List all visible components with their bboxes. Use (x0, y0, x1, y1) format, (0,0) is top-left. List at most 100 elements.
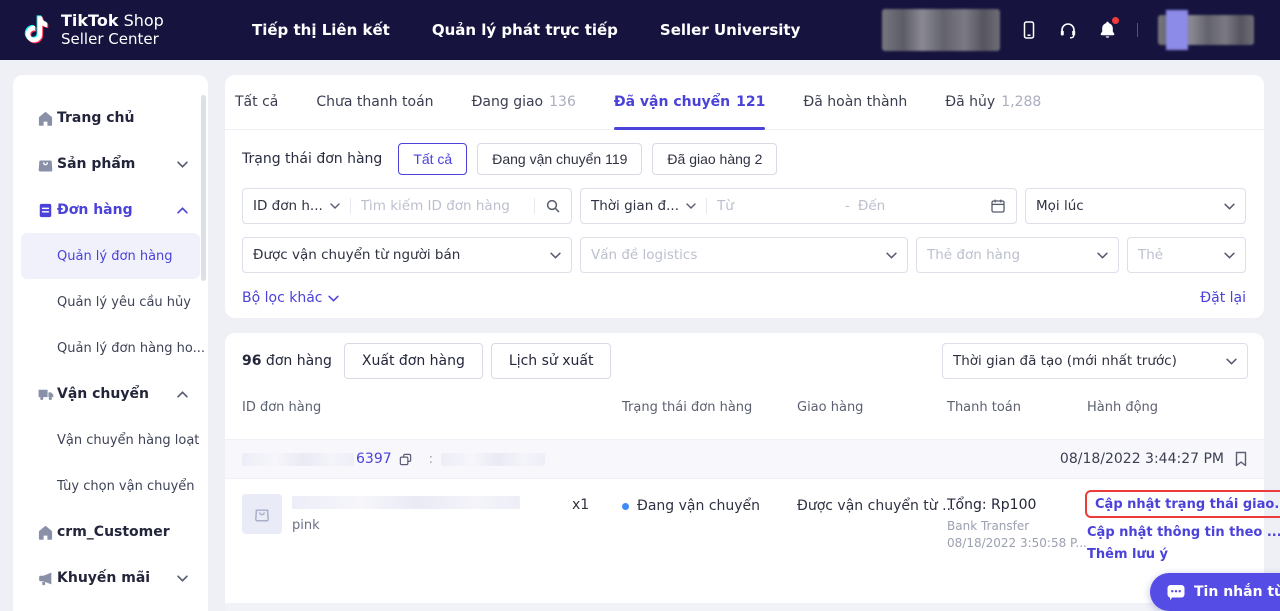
tab-shipped[interactable]: Đã vận chuyển121 (614, 75, 766, 130)
add-note-link[interactable]: Thêm lưu ý (1087, 547, 1168, 562)
top-navbar: TikTok Shop Seller Center Tiếp thị Liên … (0, 0, 1280, 60)
product-cell: pink (242, 494, 572, 534)
chevron-down-icon (1224, 203, 1235, 210)
sidebar-item-order-returns[interactable]: Quản lý đơn hàng ho... (21, 325, 200, 371)
nav-item-seller-university[interactable]: Seller University (660, 21, 800, 39)
sidebar-item-promotions[interactable]: Khuyến mãi (13, 555, 208, 601)
status-pill-all[interactable]: Tất cả (398, 143, 467, 175)
payment-method: Bank Transfer (947, 519, 1087, 533)
order-status-tabs: Tất cả Chưa thanh toán Đang giao136 Đã v… (225, 75, 1264, 130)
chevron-up-icon (177, 391, 188, 398)
sidebar-item-cancel-requests[interactable]: Quản lý yêu cầu hủy (21, 279, 200, 325)
sidebar-item-products[interactable]: Sản phẩm (13, 141, 208, 187)
date-from-input[interactable] (717, 198, 837, 214)
support-headset-icon[interactable] (1058, 20, 1078, 40)
tab-all[interactable]: Tất cả (235, 75, 278, 130)
time-preset-select[interactable]: Mọi lúc (1025, 188, 1246, 224)
export-history-button[interactable]: Lịch sử xuất (491, 343, 612, 379)
sidebar: Trang chủ Sản phẩm Đơn hàng Quản lý đơn … (13, 75, 208, 611)
product-bag-icon (37, 156, 54, 173)
chevron-down-icon (1224, 252, 1235, 259)
payment-total: Tổng: Rp100 (947, 494, 1087, 513)
tag-select[interactable]: Thẻ (1127, 237, 1246, 273)
date-to-input[interactable] (858, 198, 978, 214)
nav-item-affiliate[interactable]: Tiếp thị Liên kết (252, 21, 390, 39)
divider (350, 198, 351, 214)
tab-completed[interactable]: Đã hoàn thành (803, 75, 907, 130)
orders-card: 96 đơn hàng Xuất đơn hàng Lịch sử xuất T… (225, 333, 1264, 611)
col-header-payment: Thanh toán (947, 400, 1087, 415)
megaphone-icon (37, 570, 54, 587)
tab-label: Đã vận chuyển (614, 94, 730, 110)
mobile-app-icon[interactable] (1020, 20, 1038, 40)
sidebar-item-label: crm_Customer (57, 524, 170, 540)
brand-logo[interactable]: TikTok Shop Seller Center (0, 12, 230, 48)
copy-icon[interactable] (398, 452, 413, 467)
sidebar-item-shipping-options[interactable]: Tùy chọn vận chuyển (21, 463, 200, 509)
more-filters-link[interactable]: Bộ lọc khác (242, 290, 339, 306)
search-icon[interactable] (545, 198, 561, 214)
time-preset-value: Mọi lúc (1036, 198, 1084, 214)
shipped-from-select[interactable]: Được vận chuyển từ người bán (242, 237, 572, 273)
tab-unpaid[interactable]: Chưa thanh toán (316, 75, 433, 130)
tab-cancelled[interactable]: Đã hủy1,288 (945, 75, 1041, 130)
sidebar-item-home[interactable]: Trang chủ (13, 95, 208, 141)
next-order-strip (225, 603, 1264, 611)
tab-to-ship[interactable]: Đang giao136 (472, 75, 576, 130)
order-id-suffix: 6397 (356, 451, 392, 467)
delivery-method: Được vận chuyển từ ... (797, 494, 947, 514)
brand-tiktok: TikTok (61, 11, 118, 30)
col-header-delivery: Giao hàng (797, 400, 947, 415)
reset-filters-link[interactable]: Đặt lại (1200, 290, 1246, 306)
chat-button-label: Tin nhắn từ ngư (1194, 584, 1280, 600)
divider (534, 198, 535, 214)
export-orders-button[interactable]: Xuất đơn hàng (344, 343, 483, 379)
redacted-shop-name (882, 9, 1000, 51)
order-id-search-input[interactable] (361, 198, 524, 214)
divider (706, 198, 707, 214)
tab-label: Chưa thanh toán (316, 94, 433, 110)
update-tracking-info-link[interactable]: Cập nhật thông tin theo ... (1087, 525, 1280, 540)
chevron-down-icon (1097, 252, 1108, 259)
calendar-icon[interactable] (990, 198, 1006, 214)
search-type-select[interactable]: ID đơn h... (253, 198, 323, 214)
sidebar-item-bulk-shipping[interactable]: Vận chuyển hàng loạt (21, 417, 200, 463)
product-thumbnail (242, 494, 282, 534)
redacted-order-id (242, 453, 354, 466)
redacted-account-name[interactable] (1158, 15, 1254, 45)
order-tag-select[interactable]: Thẻ đơn hàng (916, 237, 1119, 273)
time-type-select[interactable]: Thời gian đ... (591, 198, 679, 214)
sidebar-item-shipping[interactable]: Vận chuyển (13, 371, 208, 417)
time-range-group: Thời gian đ... - (580, 188, 1017, 224)
logistics-issue-select[interactable]: Vấn đề logistics (580, 237, 908, 273)
chevron-down-icon (550, 252, 561, 259)
bookmark-icon[interactable] (1234, 451, 1248, 467)
crm-home-icon (37, 524, 54, 541)
tab-label: Đã hoàn thành (803, 94, 907, 110)
highlight-box: Cập nhật trạng thái giao... (1085, 490, 1280, 518)
sidebar-item-label: Quản lý đơn hàng ho... (57, 341, 205, 356)
sidebar-item-orders[interactable]: Đơn hàng (13, 187, 208, 233)
redacted-buyer-name (441, 453, 545, 466)
tab-label: Đang giao (472, 94, 544, 110)
sort-order-select[interactable]: Thời gian đã tạo (mới nhất trước) (942, 343, 1248, 379)
sidebar-item-manage-orders[interactable]: Quản lý đơn hàng (21, 233, 200, 279)
nav-item-live-management[interactable]: Quản lý phát trực tiếp (432, 21, 618, 39)
product-meta: pink (292, 494, 520, 534)
sidebar-scrollbar[interactable] (201, 95, 206, 281)
order-group-right: 08/18/2022 3:44:27 PM (1060, 451, 1248, 467)
update-shipping-status-link[interactable]: Cập nhật trạng thái giao... (1095, 497, 1280, 512)
notifications-bell-icon[interactable] (1098, 20, 1117, 40)
status-pill-delivered[interactable]: Đã giao hàng 2 (652, 143, 777, 175)
buyer-messages-button[interactable]: Tin nhắn từ ngư (1150, 573, 1280, 611)
order-count-suffix: đơn hàng (261, 353, 331, 369)
order-id-search-group: ID đơn h... (242, 188, 572, 224)
order-id-separator: : (429, 452, 433, 467)
notification-dot (1112, 17, 1119, 24)
chevron-down-icon (328, 295, 339, 302)
product-variant: pink (292, 518, 520, 533)
sidebar-item-crm-customer[interactable]: crm_Customer (13, 509, 208, 555)
status-pill-in-transit[interactable]: Đang vận chuyển 119 (477, 143, 642, 175)
col-header-order-status: Trạng thái đơn hàng (622, 400, 797, 415)
brand-seller-center: Seller Center (61, 31, 164, 48)
